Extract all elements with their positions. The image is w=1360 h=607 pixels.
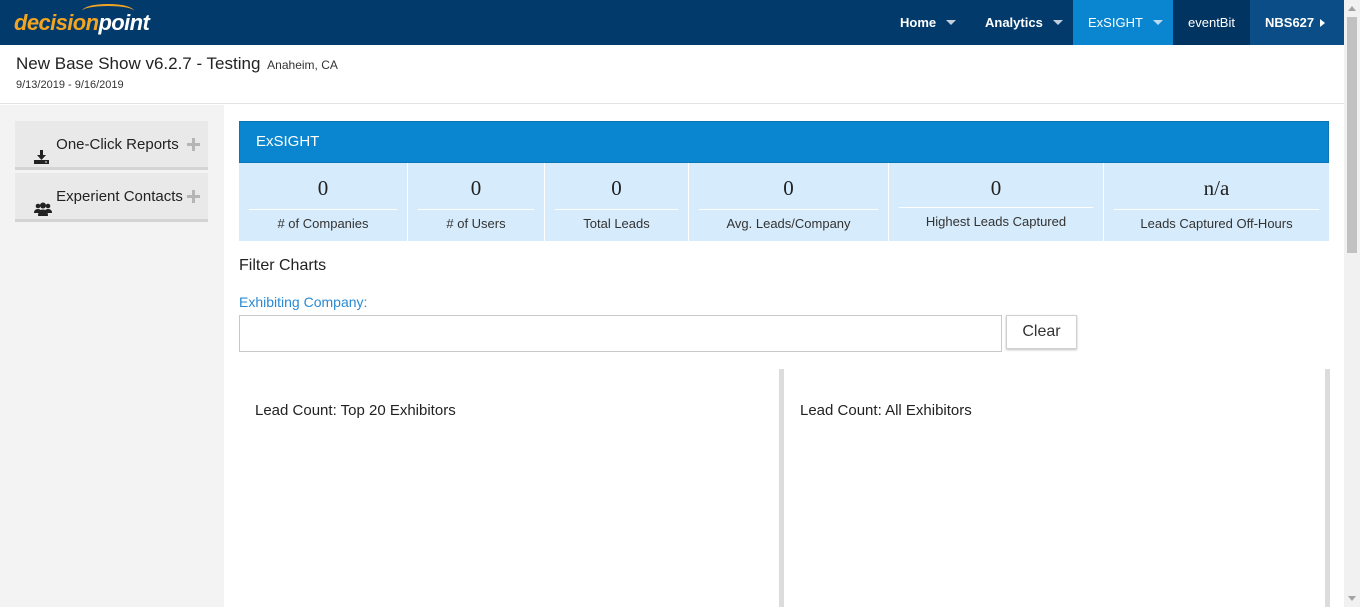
stat-companies: 0 # of Companies (239, 163, 408, 241)
users-icon (34, 188, 52, 217)
sidebar-item-label: One-Click Reports (56, 136, 179, 153)
sidebar-item-label: Experient Contacts (56, 188, 183, 205)
stat-label: Total Leads (583, 216, 650, 231)
nav-eventbit-label: eventBit (1188, 15, 1235, 30)
chevron-down-icon (1152, 20, 1163, 26)
stat-divider (555, 209, 678, 210)
scroll-thumb[interactable] (1347, 17, 1357, 253)
clear-button[interactable]: Clear (1006, 315, 1077, 349)
filter-charts-title: Filter Charts (239, 257, 327, 274)
stat-value: 0 (470, 176, 482, 200)
exsight-stats: 0 # of Companies 0 # of Users 0 Total Le… (239, 163, 1329, 241)
exhibiting-company-input[interactable] (239, 315, 1002, 352)
show-location: Anaheim, CA (267, 58, 338, 72)
nav-home[interactable]: Home (884, 0, 970, 45)
nav-analytics-label: Analytics (985, 15, 1043, 30)
top-navbar: decisionpoint Home Analytics ExSIGHT eve… (0, 0, 1344, 45)
show-dates: 9/13/2019 - 9/16/2019 (16, 79, 124, 91)
stat-label: Leads Captured Off-Hours (1140, 216, 1293, 231)
nav-home-label: Home (900, 15, 937, 30)
page-scrollbar[interactable] (1344, 0, 1360, 607)
exhibiting-company-label: Exhibiting Company: (239, 294, 368, 310)
download-icon (34, 136, 51, 165)
stat-highest-leads: 0 Highest Leads Captured (889, 163, 1104, 241)
stat-value: 0 (783, 176, 794, 200)
nav-eventbit[interactable]: eventBit (1173, 0, 1250, 45)
nav-analytics[interactable]: Analytics (970, 0, 1073, 45)
stat-divider (699, 209, 878, 210)
stat-avg-leads: 0 Avg. Leads/Company (689, 163, 889, 241)
stat-label: Highest Leads Captured (925, 214, 1067, 229)
nav-exsight-label: ExSIGHT (1088, 15, 1143, 30)
show-title: New Base Show v6.2.7 - Testing Anaheim, … (16, 54, 338, 74)
scroll-down-arrow-icon[interactable] (1348, 596, 1356, 601)
nav-user-menu[interactable]: NBS627 (1250, 0, 1344, 45)
stat-value: 0 (990, 176, 1002, 200)
stat-divider (418, 209, 534, 210)
scroll-up-arrow-icon[interactable] (1348, 6, 1356, 11)
plus-icon[interactable] (187, 138, 200, 151)
stat-total-leads: 0 Total Leads (545, 163, 689, 241)
nav-user-label: NBS627 (1265, 15, 1315, 30)
stat-value: 0 (611, 176, 622, 200)
chevron-down-icon (1052, 20, 1063, 26)
stat-label: # of Users (446, 216, 506, 231)
decisionpoint-logo[interactable]: decisionpoint (14, 4, 150, 38)
chart-title: Lead Count: Top 20 Exhibitors (255, 402, 456, 419)
stat-users: 0 # of Users (408, 163, 545, 241)
chart-top-20-exhibitors: Lead Count: Top 20 Exhibitors (239, 369, 784, 607)
stat-value: n/a (1203, 176, 1230, 200)
show-title-text: New Base Show v6.2.7 - Testing (16, 54, 261, 73)
logo-swoosh (82, 4, 134, 18)
chart-all-exhibitors: Lead Count: All Exhibitors (784, 369, 1330, 607)
stat-divider (1114, 209, 1319, 210)
stat-label: Avg. Leads/Company (726, 216, 851, 231)
stat-off-hours: n/a Leads Captured Off-Hours (1104, 163, 1329, 241)
sidebar-item-one-click-reports[interactable]: One-Click Reports (15, 121, 208, 170)
chevron-right-icon (1320, 18, 1326, 27)
plus-icon[interactable] (187, 190, 200, 203)
sidebar-item-experient-contacts[interactable]: Experient Contacts (15, 173, 208, 222)
exsight-panel-header: ExSIGHT (239, 121, 1329, 163)
sidebar: One-Click Reports Experient Contacts (0, 105, 224, 607)
stat-divider (899, 207, 1093, 208)
chevron-down-icon (946, 20, 957, 26)
show-header: New Base Show v6.2.7 - Testing Anaheim, … (0, 45, 1344, 104)
chart-title: Lead Count: All Exhibitors (800, 402, 972, 419)
stat-label: # of Companies (277, 216, 369, 231)
stat-divider (249, 209, 397, 210)
stat-value: 0 (317, 176, 329, 200)
nav-exsight[interactable]: ExSIGHT (1073, 0, 1173, 45)
